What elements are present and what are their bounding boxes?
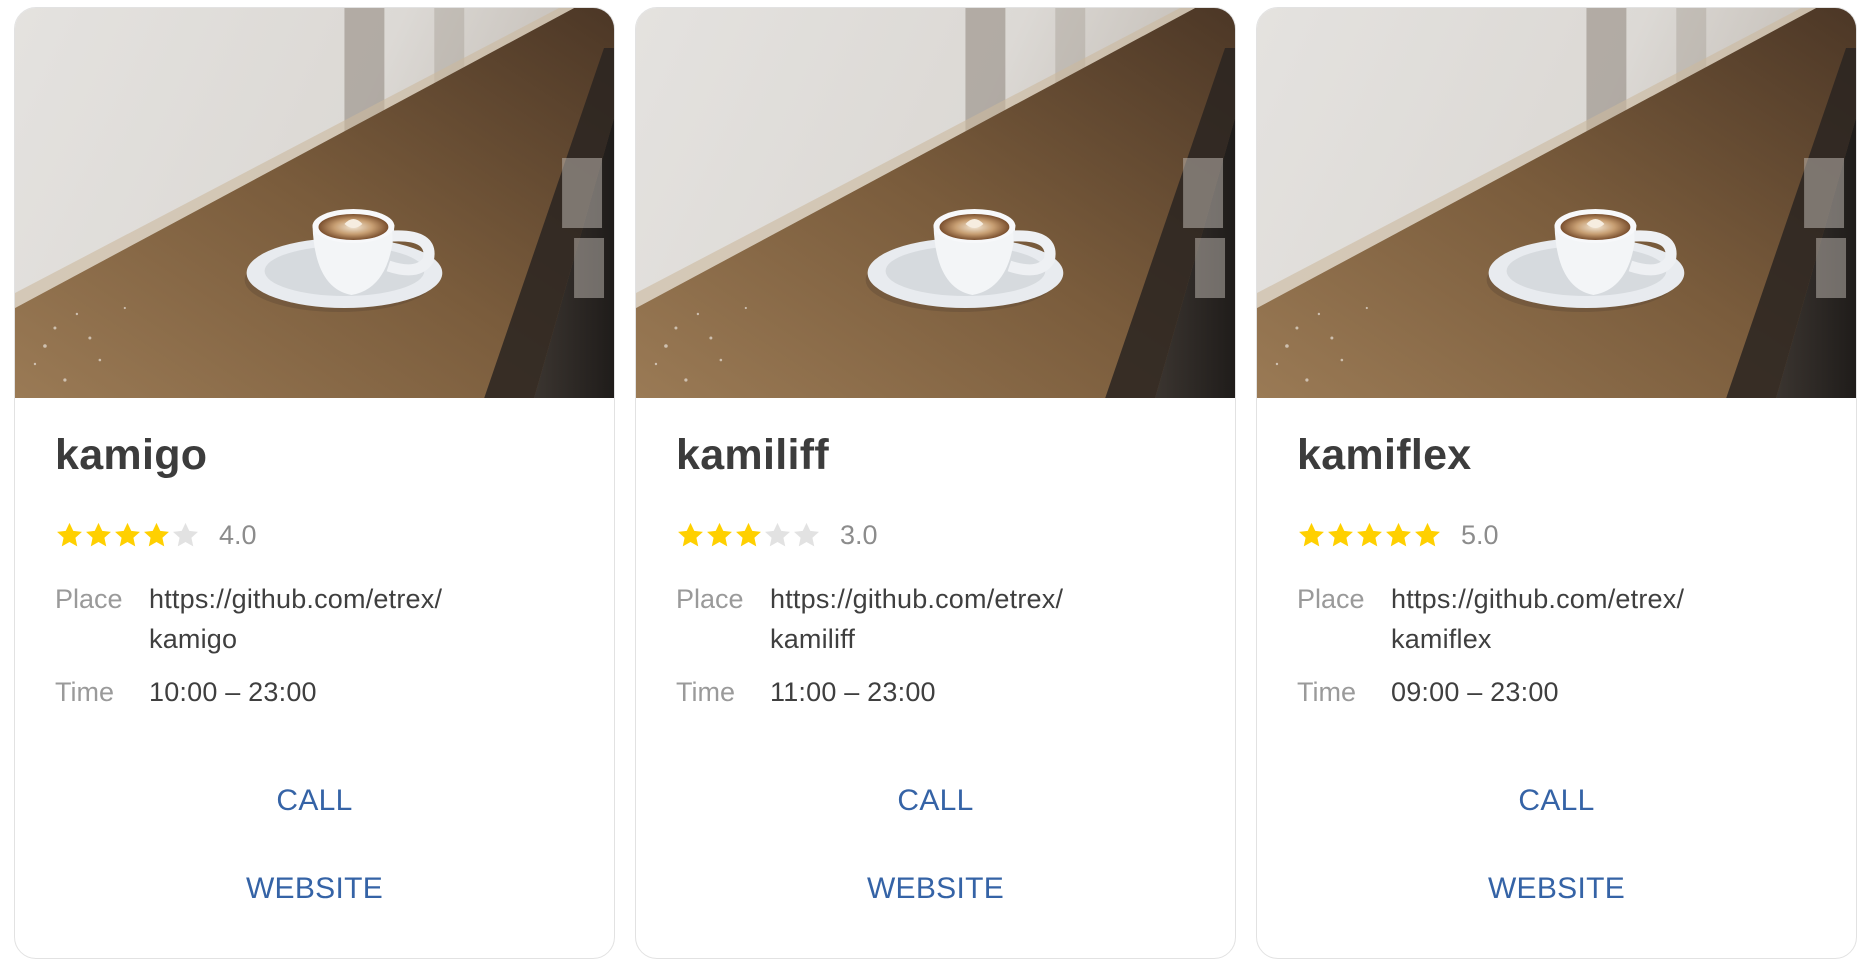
- star-filled-icon: [1357, 522, 1382, 546]
- star-rating: [676, 521, 821, 550]
- time-row: Time 09:00 – 23:00: [1297, 672, 1559, 712]
- place-row: Place https://github.com/etrex/ kamigo: [55, 579, 442, 659]
- time-row: Time 11:00 – 23:00: [676, 672, 936, 712]
- place-card: kamiflex 5.0 Place https://github.com/et…: [1256, 7, 1857, 959]
- star-filled-icon: [1386, 522, 1411, 546]
- coffee-cup-image: [1257, 8, 1856, 398]
- place-row: Place https://github.com/etrex/ kamiflex: [1297, 579, 1684, 659]
- call-button[interactable]: CALL: [1257, 786, 1856, 816]
- star-empty-icon: [173, 522, 198, 546]
- card-carousel: kamigo 4.0 Place https://github.com/etre…: [0, 0, 1870, 962]
- coffee-cup-image: [636, 8, 1235, 398]
- place-value-line: https://github.com/etrex/: [1391, 584, 1685, 614]
- coffee-cup-photo: [636, 8, 1235, 398]
- star-filled-icon: [57, 522, 82, 546]
- rating-value: 4.0: [219, 519, 257, 550]
- star-filled-icon: [678, 522, 703, 546]
- card-body: kamiflex 5.0 Place https://github.com/et…: [1257, 398, 1856, 958]
- rating: 3.0: [676, 519, 878, 551]
- coffee-cup-photo: [15, 8, 614, 398]
- card-title: kamiflex: [1297, 431, 1472, 479]
- time-value: 09:00 – 23:00: [1391, 677, 1559, 707]
- time-value: 11:00 – 23:00: [770, 677, 936, 707]
- call-button[interactable]: CALL: [15, 786, 614, 816]
- star-filled-icon: [86, 522, 111, 546]
- coffee-cup-photo: [1257, 8, 1856, 398]
- star-filled-icon: [144, 522, 169, 546]
- time-value: 10:00 – 23:00: [149, 677, 317, 707]
- card-body: kamigo 4.0 Place https://github.com/etre…: [15, 398, 614, 958]
- place-value-line: kamiliff: [770, 624, 856, 654]
- place-value[interactable]: https://github.com/etrex/ kamigo: [149, 579, 442, 659]
- place-card: kamiliff 3.0 Place https://github.com/et…: [635, 7, 1236, 959]
- call-button[interactable]: CALL: [636, 786, 1235, 816]
- place-value-line: kamigo: [149, 624, 238, 654]
- website-button[interactable]: WEBSITE: [636, 874, 1235, 904]
- star-rating: [55, 521, 200, 550]
- time-label: Time: [1297, 677, 1356, 707]
- card-title: kamiliff: [676, 431, 829, 479]
- website-button[interactable]: WEBSITE: [15, 874, 614, 904]
- card-title: kamigo: [55, 431, 208, 479]
- place-value[interactable]: https://github.com/etrex/ kamiliff: [770, 579, 1063, 659]
- rating: 4.0: [55, 519, 257, 551]
- coffee-cup-image: [15, 8, 614, 398]
- place-value[interactable]: https://github.com/etrex/ kamiflex: [1391, 579, 1684, 659]
- place-label: Place: [55, 584, 123, 614]
- star-filled-icon: [1328, 522, 1353, 546]
- star-empty-icon: [794, 522, 819, 546]
- rating-value: 3.0: [840, 519, 878, 550]
- time-label: Time: [55, 677, 114, 707]
- place-value-line: kamiflex: [1391, 624, 1492, 654]
- time-row: Time 10:00 – 23:00: [55, 672, 317, 712]
- card-body: kamiliff 3.0 Place https://github.com/et…: [636, 398, 1235, 958]
- place-label: Place: [1297, 584, 1365, 614]
- rating-value: 5.0: [1461, 519, 1499, 550]
- website-button[interactable]: WEBSITE: [1257, 874, 1856, 904]
- star-filled-icon: [115, 522, 140, 546]
- place-value-line: https://github.com/etrex/: [770, 584, 1064, 614]
- star-empty-icon: [765, 522, 790, 546]
- star-filled-icon: [1415, 522, 1440, 546]
- place-row: Place https://github.com/etrex/ kamiliff: [676, 579, 1063, 659]
- place-card: kamigo 4.0 Place https://github.com/etre…: [14, 7, 615, 959]
- place-value-line: https://github.com/etrex/: [149, 584, 443, 614]
- star-filled-icon: [1299, 522, 1324, 546]
- star-rating: [1297, 521, 1442, 550]
- star-filled-icon: [707, 522, 732, 546]
- time-label: Time: [676, 677, 735, 707]
- rating: 5.0: [1297, 519, 1499, 551]
- place-label: Place: [676, 584, 744, 614]
- star-filled-icon: [736, 522, 761, 546]
